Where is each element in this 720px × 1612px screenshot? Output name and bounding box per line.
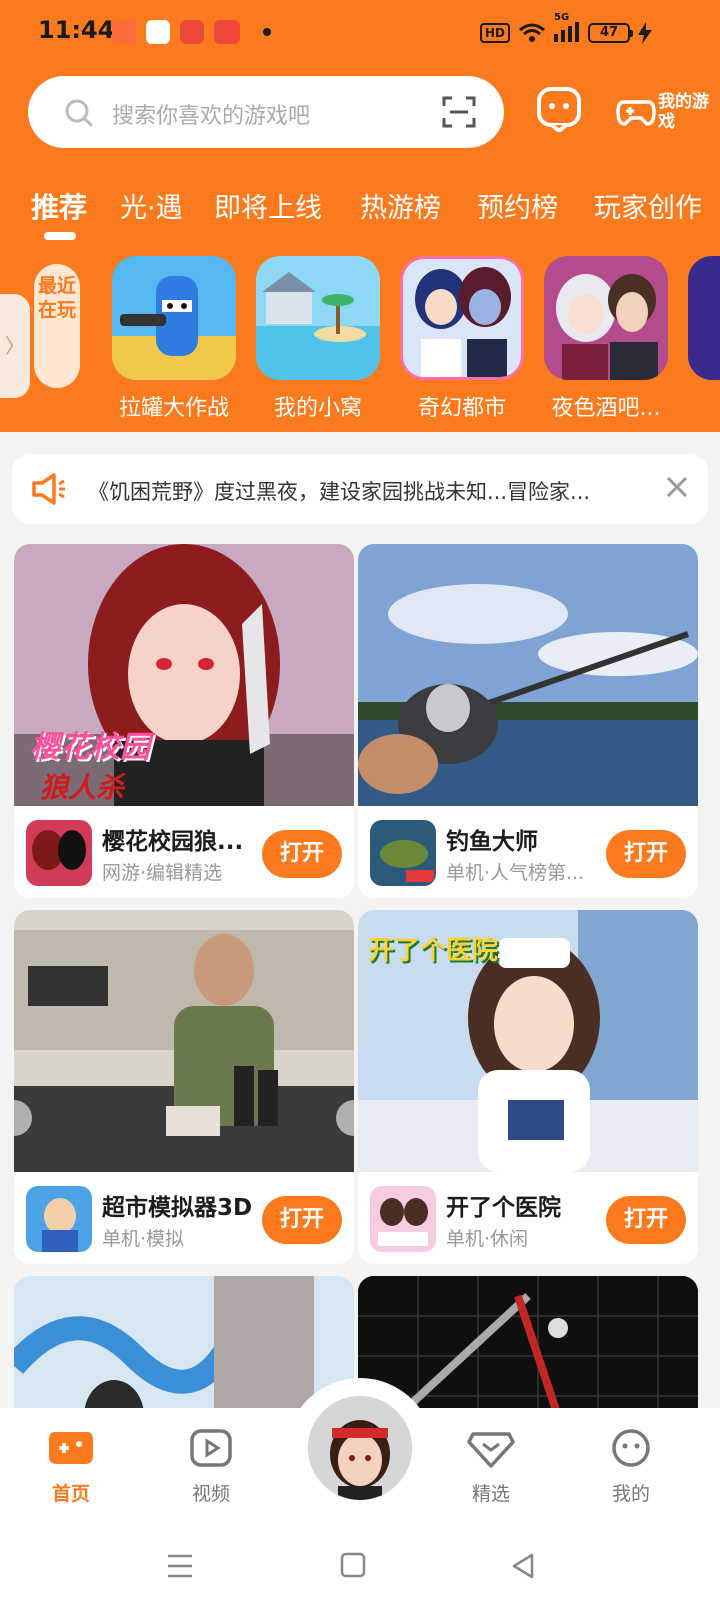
game-title: 钓鱼大师 [446, 829, 538, 855]
wifi-icon [519, 23, 545, 42]
nav-video[interactable]: 视频 [166, 1428, 256, 1506]
game-banner: 樱花校园 狼人杀 [14, 544, 354, 806]
close-icon[interactable] [662, 472, 692, 502]
megaphone-icon [32, 473, 65, 505]
battery-icon: 47 [588, 22, 633, 43]
nav-featured-label: 精选 [471, 1483, 510, 1505]
more-notifications-dot [263, 28, 271, 36]
avatar[interactable] [304, 1392, 416, 1504]
game-card[interactable]: 超市模拟器3D 单机·模拟 打开 [14, 910, 354, 1264]
banner-subtitle: 狼人杀 [40, 771, 125, 804]
banner-title: 樱花校园 [30, 730, 150, 765]
play-icon [190, 1429, 232, 1467]
game-name: 拉罐大作战 [118, 396, 229, 421]
app-notification-icon [180, 20, 204, 44]
recent-game-partial[interactable] [688, 256, 720, 380]
search-placeholder: 搜索你喜欢的游戏吧 [112, 104, 311, 129]
game-subtitle: 单机·模拟 [102, 1228, 185, 1250]
tab-coming-soon[interactable]: 即将上线 [214, 186, 322, 225]
game-icon [544, 256, 668, 380]
game-subtitle: 网游·编辑精选 [102, 862, 223, 884]
nav-featured[interactable]: 精选 [446, 1428, 536, 1506]
gamepad-icon [616, 100, 656, 126]
game-card[interactable]: 开了个医院 开了个医院 单机·休闲 打开 [358, 910, 698, 1264]
menu-icon[interactable] [166, 1552, 194, 1580]
game-icon [370, 820, 436, 886]
game-title: 超市模拟器3D [102, 1195, 252, 1221]
game-notification-icon [112, 20, 136, 44]
game-icon [26, 1186, 92, 1252]
category-tabs: 推荐 光·遇 即将上线 热游榜 预约榜 玩家创作 [0, 186, 720, 236]
my-games-label: 我的游戏 [658, 92, 709, 132]
game-icon [256, 256, 380, 380]
game-card[interactable]: 钓鱼大师 单机·人气榜第... 打开 [358, 544, 698, 898]
heart-icon [467, 1432, 515, 1468]
smile-icon [612, 1429, 650, 1467]
charging-icon [638, 21, 652, 44]
active-tab-indicator [44, 232, 76, 240]
recent-game[interactable]: 奇幻都市 [400, 256, 524, 422]
recent-game[interactable]: 我的小窝 [256, 256, 380, 422]
nav-mine-label: 我的 [611, 1483, 650, 1505]
game-name: 奇幻都市 [417, 396, 506, 421]
tab-reservation-chart[interactable]: 预约榜 [477, 186, 558, 225]
open-button[interactable]: 打开 [606, 1196, 686, 1244]
nav-mine[interactable]: 我的 [586, 1428, 676, 1506]
game-icon [400, 256, 524, 380]
open-button[interactable]: 打开 [262, 830, 342, 878]
banner-title: 开了个医院 [368, 936, 499, 966]
game-icon [112, 256, 236, 380]
tab-recommend[interactable]: 推荐 [31, 186, 87, 226]
announcement-bar[interactable]: 《饥困荒野》度过黑夜，建设家园挑战未知...冒险家... [12, 454, 708, 524]
search-icon [65, 99, 93, 127]
chevron-right-icon: 〉 [5, 334, 25, 358]
nav-home[interactable]: 首页 [26, 1428, 116, 1506]
announcement-text: 《饥困荒野》度过黑夜，建设家园挑战未知...冒险家... [88, 480, 591, 504]
game-name: 我的小窝 [273, 396, 362, 421]
home-square-icon[interactable] [340, 1552, 366, 1578]
recent-game[interactable]: 拉罐大作战 [112, 256, 236, 422]
tab-sky[interactable]: 光·遇 [120, 186, 183, 225]
hd-icon: HD [479, 22, 510, 43]
recent-game[interactable]: 夜色酒吧... [544, 256, 668, 422]
expand-handle[interactable]: 〉 [0, 294, 30, 398]
search-bar[interactable]: 搜索你喜欢的游戏吧 [28, 76, 504, 148]
game-banner [358, 544, 698, 806]
233-notification-icon [214, 20, 240, 44]
status-time: 11:44 [38, 16, 115, 44]
game-title: 樱花校园狼... [102, 829, 244, 855]
recent-played-tag: 最近在玩 [34, 264, 80, 388]
signal-icon: 5G [554, 12, 580, 45]
open-button[interactable]: 打开 [262, 1196, 342, 1244]
game-title: 开了个医院 [446, 1195, 561, 1221]
scan-icon[interactable] [442, 96, 476, 128]
game-subtitle: 单机·人气榜第... [446, 862, 585, 884]
game-banner [14, 910, 354, 1172]
game-name: 夜色酒吧... [551, 396, 661, 421]
nav-video-label: 视频 [191, 1483, 230, 1505]
game-subtitle: 单机·休闲 [446, 1228, 529, 1250]
message-icon[interactable] [536, 86, 582, 132]
game-icon [370, 1186, 436, 1252]
gamepad-icon [49, 1432, 93, 1464]
status-bar: 11:44 HD 5G 47 [0, 0, 720, 64]
wallet-notification-icon [146, 20, 170, 44]
tab-hot-chart[interactable]: 热游榜 [360, 186, 441, 225]
game-icon [26, 820, 92, 886]
open-button[interactable]: 打开 [606, 830, 686, 878]
nav-home-label: 首页 [51, 1483, 90, 1505]
tab-player-creation[interactable]: 玩家创作 [594, 186, 702, 225]
my-games-button[interactable]: 我的游戏 [616, 88, 712, 136]
game-card[interactable]: 樱花校园 狼人杀 樱花校园狼... 网游·编辑精选 打开 [14, 544, 354, 898]
back-icon[interactable] [510, 1552, 536, 1580]
game-banner: 开了个医院 [358, 910, 698, 1172]
